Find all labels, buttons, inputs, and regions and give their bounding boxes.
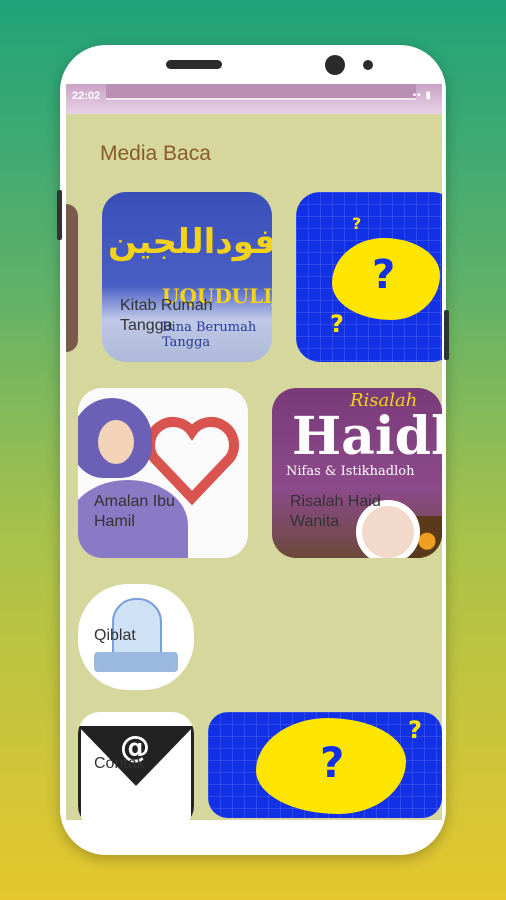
tile-label: Qiblat — [94, 627, 136, 644]
section-title: Media Baca — [100, 142, 211, 165]
volume-button — [57, 190, 62, 240]
question-mark-icon: ? — [372, 252, 396, 298]
tile-unknown-2[interactable]: ? ? — [208, 712, 442, 818]
tile-kitab-rumah-tangga[interactable]: فوداللجين UQUDULIJAIN Bina Berumah Tangg… — [102, 192, 272, 362]
tile-art-big-title: Haidl — [292, 406, 442, 467]
tile-label: Contak — [94, 755, 145, 772]
tile-label: Kitab Rumah Tangga — [120, 297, 213, 334]
tile-amalan-ibu-hamil[interactable]: Amalan Ibu Hamil — [78, 388, 248, 558]
question-mark-icon: ? — [320, 738, 345, 787]
proximity-sensor — [363, 60, 373, 70]
tile-art-arabic: فوداللجين — [108, 222, 272, 262]
question-mark-icon: ? — [352, 214, 362, 233]
illustration-face — [98, 420, 134, 464]
signal-battery-icon: ▪▪ ▮ — [412, 90, 432, 101]
status-bar: 22:02 ▪▪ ▮ — [66, 84, 442, 114]
prayer-mat-icon — [94, 652, 178, 672]
tile-qiblat[interactable]: Qiblat — [78, 584, 194, 690]
tile-contak[interactable]: @ Contak — [78, 712, 194, 820]
tile-label: Amalan Ibu Hamil — [94, 493, 175, 530]
tile-risalah-haid-wanita[interactable]: Risalah Haidl Nifas & Istikhadloh Risala… — [272, 388, 442, 558]
question-mark-icon: ? — [330, 310, 344, 338]
tile-label: Risalah Haid Wanita — [290, 493, 381, 530]
speaker-grille — [166, 60, 222, 69]
tile-unknown-1[interactable]: ? ? ? — [296, 192, 442, 362]
app-screen: 22:02 ▪▪ ▮ Media Baca فوداللجين UQUDULIJ… — [66, 84, 442, 820]
front-camera — [325, 55, 345, 75]
status-bar-banner — [106, 84, 416, 100]
power-button — [444, 310, 449, 360]
tile-art-subtitle: Nifas & Istikhadloh — [286, 464, 415, 479]
question-mark-icon: ? — [408, 716, 422, 744]
tile-partial-left[interactable] — [66, 204, 78, 352]
status-time: 22:02 — [72, 90, 101, 102]
